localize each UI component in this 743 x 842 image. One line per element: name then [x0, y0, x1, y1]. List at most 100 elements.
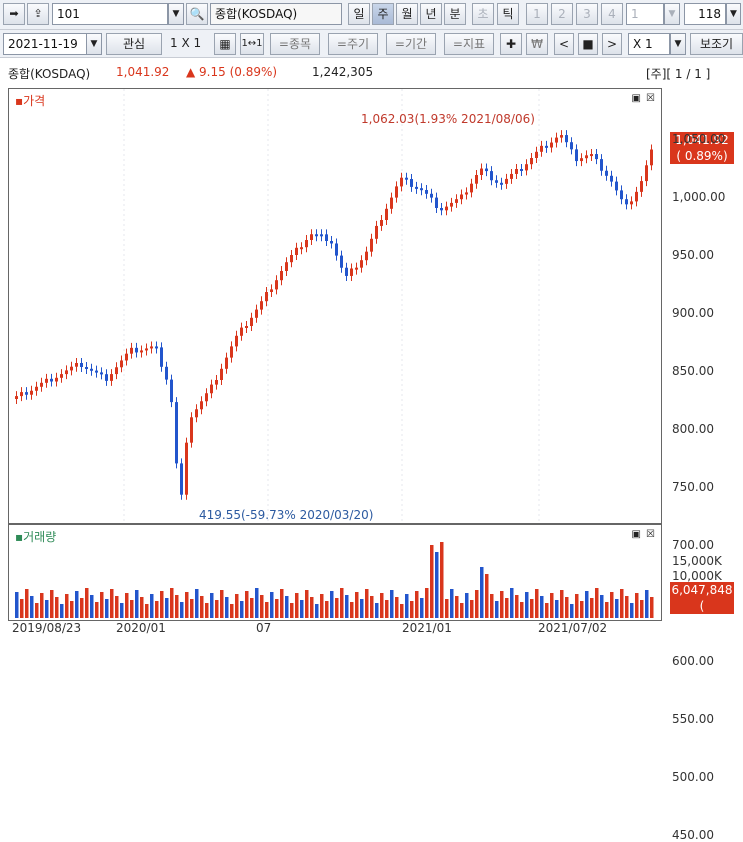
candle-body [340, 255, 343, 268]
custom-num-dropdown[interactable]: ▼ [664, 3, 680, 25]
stop-icon[interactable]: ■ [578, 33, 598, 55]
stock-name-field: 종합(KOSDAQ) [210, 3, 342, 25]
volume-bar [265, 602, 269, 618]
candle-body [35, 386, 38, 391]
candle-body [135, 347, 138, 353]
price-tick: 1,000.00 [672, 190, 726, 204]
crosshair-icon[interactable]: ✚ [500, 33, 522, 55]
volume-bar [320, 594, 324, 618]
volume-bar [185, 592, 189, 618]
candle-body [540, 145, 543, 152]
num-4-button[interactable]: 4 [601, 3, 623, 25]
candle-body [585, 155, 588, 159]
multiplier-input[interactable]: X 1 [628, 33, 670, 55]
candle-body [500, 182, 503, 185]
candle-body [150, 346, 153, 349]
candle-body [80, 363, 83, 367]
period-range-button[interactable]: =기간 [386, 33, 436, 55]
last-volume-value: 6,047,848 [671, 583, 733, 597]
count-input[interactable]: 118 [684, 3, 726, 25]
period-day-button[interactable]: 일 [348, 3, 370, 25]
volume-bar [135, 590, 139, 618]
candle-body [220, 368, 223, 380]
num-3-button[interactable]: 3 [576, 3, 598, 25]
candle-body [30, 390, 33, 395]
volume-bar [55, 597, 59, 618]
candle-body [450, 202, 453, 207]
candle-body [20, 392, 23, 397]
layout-label[interactable]: 1 X 1 [170, 36, 201, 50]
date-label-3: 07 [256, 621, 272, 635]
price-chart-panel[interactable]: ▪가격 ▣ ☒ 1,062.03(1.93% 2021/08/06) 419.5… [8, 88, 662, 524]
volume-bar [125, 593, 129, 618]
volume-bar [310, 597, 314, 618]
candle-body [240, 327, 243, 336]
candle-body [320, 234, 323, 237]
period-minute-button[interactable]: 분 [444, 3, 466, 25]
candle-body [195, 409, 198, 418]
volume-bar [65, 594, 69, 618]
arrow-right-icon[interactable]: ➡ [3, 3, 25, 25]
num-2-button[interactable]: 2 [551, 3, 573, 25]
auxiliary-button[interactable]: 보조기 [690, 33, 743, 55]
prev-icon[interactable]: < [554, 33, 574, 55]
period-year-button[interactable]: 년 [420, 3, 442, 25]
candle-body [145, 348, 148, 351]
volume-bar [395, 597, 399, 618]
period-second-button[interactable]: 초 [472, 3, 494, 25]
candle-body [270, 289, 273, 292]
period-tick-button[interactable]: 틱 [497, 3, 519, 25]
volume-bar [275, 599, 279, 618]
candle-body [60, 374, 63, 378]
candle-body [630, 201, 633, 205]
volume-axis: 15,000K 10,000K 6,047,848 ( 101.80%) [662, 524, 743, 629]
volume-bar [465, 593, 469, 618]
volume-bar [230, 604, 234, 618]
candle-body [605, 170, 608, 176]
high-annotation: 1,062.03(1.93% 2021/08/06) [361, 112, 535, 126]
indicator-button[interactable]: =지표 [444, 33, 494, 55]
won-button[interactable]: ₩ [526, 33, 548, 55]
custom-num-input[interactable]: 1 [626, 3, 664, 25]
candle-body [640, 181, 643, 192]
search-icon[interactable]: 🔍 [186, 3, 208, 25]
cycle-button[interactable]: =주기 [328, 33, 378, 55]
count-dropdown[interactable]: ▼ [726, 3, 741, 25]
stock-button[interactable]: =종목 [270, 33, 320, 55]
num-1-button[interactable]: 1 [526, 3, 548, 25]
volume-bar [190, 599, 194, 618]
date-dropdown[interactable]: ▼ [86, 33, 102, 55]
one-by-one-button[interactable]: 1↔1 [240, 33, 264, 55]
multiplier-dropdown[interactable]: ▼ [670, 33, 686, 55]
period-month-button[interactable]: 월 [396, 3, 418, 25]
volume-bar [405, 594, 409, 618]
volume-bar [545, 603, 549, 618]
volume-bar [315, 604, 319, 618]
candle-body [345, 267, 348, 276]
price-tick: 900.00 [672, 306, 714, 320]
watchlist-button[interactable]: 관심 [106, 33, 162, 55]
candle-body [620, 190, 623, 200]
volume-bar [285, 596, 289, 618]
info-stock-name: 종합(KOSDAQ) [8, 67, 91, 81]
date-input[interactable]: 2021-11-19 [3, 33, 87, 55]
candle-body [90, 368, 93, 371]
toolbar-second: 2021-11-19 ▼ 관심 1 X 1 ▦ 1↔1 =종목 =주기 =기간 … [0, 30, 743, 58]
code-dropdown[interactable]: ▼ [168, 3, 184, 25]
candle-body [515, 169, 518, 174]
volume-bar [530, 599, 534, 618]
next-icon[interactable]: > [602, 33, 622, 55]
volume-bar [450, 589, 454, 618]
volume-chart-panel[interactable]: ▪거래량 ▣ ☒ [8, 524, 662, 621]
upload-icon[interactable]: ⇪ [27, 3, 49, 25]
info-page-indicator[interactable]: [주][ 1 / 1 ] [646, 65, 710, 82]
vol-tick-15000k: 15,000K [672, 554, 722, 568]
grid-icon[interactable]: ▦ [214, 33, 236, 55]
period-week-button[interactable]: 주 [372, 3, 394, 25]
candle-body [465, 192, 468, 195]
toolbar-top: ➡ ⇪ 101 ▼ 🔍 종합(KOSDAQ) 일 주 월 년 분 초 틱 1 2… [0, 0, 743, 30]
code-input[interactable]: 101 [52, 3, 168, 25]
candle-body [125, 353, 128, 361]
volume-bar [535, 589, 539, 618]
candle-body [260, 301, 263, 310]
